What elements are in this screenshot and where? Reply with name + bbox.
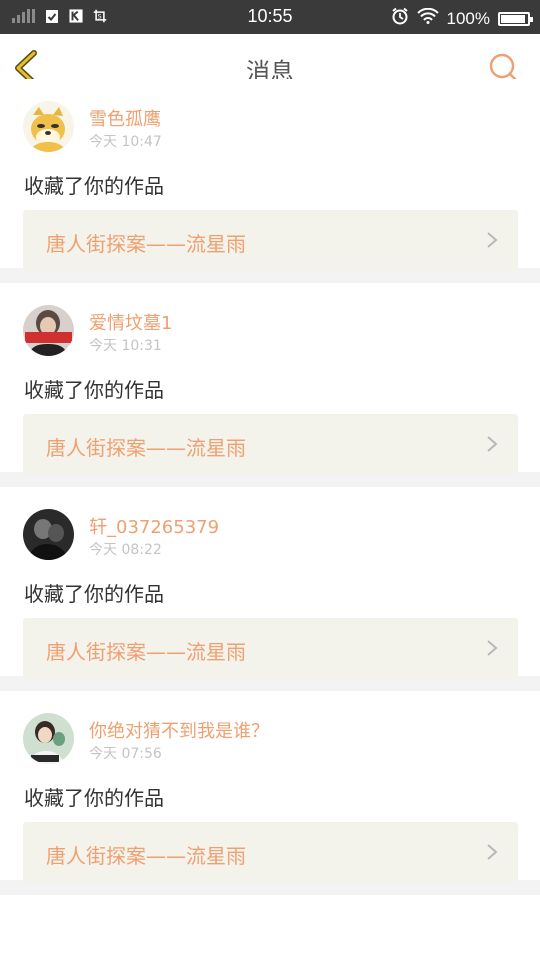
work-title: 唐人街探案——流星雨 — [46, 844, 246, 868]
wifi-icon — [416, 7, 439, 29]
alarm-icon — [391, 7, 409, 30]
message-time: 今天 10:47 — [89, 134, 162, 150]
battery-icon — [498, 11, 533, 26]
avatar[interactable] — [23, 713, 74, 764]
avatar[interactable] — [23, 305, 74, 356]
message-card: 雪色孤鹰 今天 10:47 收藏了你的作品 唐人街探案——流星雨 — [0, 79, 540, 271]
message-time: 今天 07:56 — [89, 746, 162, 762]
message-card: 轩_037265379 今天 08:22 收藏了你的作品 唐人街探案——流星雨 — [0, 487, 540, 679]
sender-name[interactable]: 你绝对猜不到我是谁？ — [89, 717, 269, 743]
work-title: 唐人街探案——流星雨 — [46, 640, 246, 664]
message-time: 今天 08:22 — [89, 542, 162, 558]
work-link[interactable]: 唐人街探案——流星雨 — [23, 822, 518, 883]
chevron-right-icon — [487, 232, 498, 248]
chevron-right-icon — [487, 844, 498, 860]
message-time: 今天 10:31 — [89, 338, 162, 354]
avatar[interactable] — [23, 101, 74, 152]
message-list: 雪色孤鹰 今天 10:47 收藏了你的作品 唐人街探案——流星雨 爱情坟墓1 今… — [0, 79, 540, 895]
message-action: 收藏了你的作品 — [24, 786, 164, 810]
chevron-right-icon — [487, 640, 498, 656]
work-title: 唐人街探案——流星雨 — [46, 436, 246, 460]
sender-name[interactable]: 爱情坟墓1 — [89, 309, 172, 335]
status-bar: S 10:55 100% — [0, 0, 540, 34]
message-action: 收藏了你的作品 — [24, 378, 164, 402]
work-title: 唐人街探案——流星雨 — [46, 232, 246, 256]
message-action: 收藏了你的作品 — [24, 582, 164, 606]
sender-name[interactable]: 轩_037265379 — [89, 513, 219, 539]
work-link[interactable]: 唐人街探案——流星雨 — [23, 618, 518, 679]
status-icons-right: 100% — [391, 7, 533, 30]
battery-percent: 100% — [446, 8, 490, 28]
message-action: 收藏了你的作品 — [24, 174, 164, 198]
work-link[interactable]: 唐人街探案——流星雨 — [23, 210, 518, 271]
message-card: 你绝对猜不到我是谁？ 今天 07:56 收藏了你的作品 唐人街探案——流星雨 — [0, 691, 540, 883]
chevron-right-icon — [487, 436, 498, 452]
avatar[interactable] — [23, 509, 74, 560]
message-card: 爱情坟墓1 今天 10:31 收藏了你的作品 唐人街探案——流星雨 — [0, 283, 540, 475]
work-link[interactable]: 唐人街探案——流星雨 — [23, 414, 518, 475]
sender-name[interactable]: 雪色孤鹰 — [89, 105, 161, 131]
